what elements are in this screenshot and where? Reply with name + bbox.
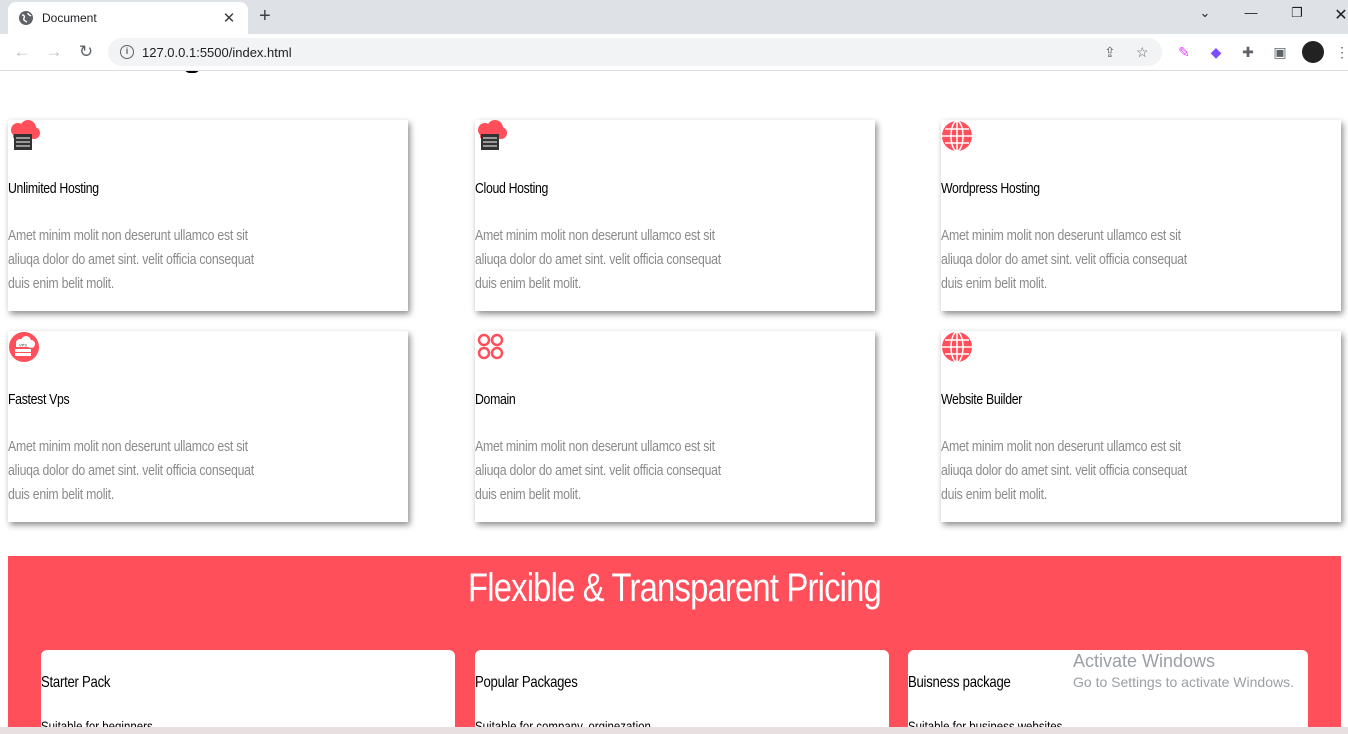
plan-name: Popular Packages bbox=[475, 674, 578, 691]
menu-kebab-icon[interactable]: ⋮ bbox=[1333, 43, 1348, 61]
tab-title: Document bbox=[42, 11, 97, 25]
svg-text:VPS: VPS bbox=[19, 343, 27, 348]
page-viewport: Unlimited Hosting Amet minim molit non d… bbox=[0, 71, 1348, 734]
service-card-cloud-hosting: Cloud Hosting Amet minim molit non deser… bbox=[475, 120, 875, 311]
url-text: 127.0.0.1:5500/index.html bbox=[142, 44, 292, 60]
new-tab-button[interactable]: + bbox=[259, 6, 271, 26]
service-card-wordpress-hosting: Wordpress Hosting Amet minim molit non d… bbox=[941, 120, 1341, 311]
four-circles-icon bbox=[477, 333, 504, 360]
share-icon[interactable]: ⇪ bbox=[1104, 44, 1116, 61]
address-bar[interactable]: i 127.0.0.1:5500/index.html ⇪ ☆ bbox=[108, 38, 1162, 66]
tab-search-chevron-icon[interactable]: ⌄ bbox=[1191, 5, 1219, 21]
close-window-button[interactable]: ✕ bbox=[1327, 5, 1348, 25]
globe-icon bbox=[942, 120, 972, 152]
back-arrow-icon[interactable]: ← bbox=[12, 42, 32, 62]
cut-off-heading-fragment bbox=[184, 71, 200, 73]
watermark-line2: Go to Settings to activate Windows. bbox=[1073, 674, 1294, 690]
color-picker-extension-icon[interactable]: ✎ bbox=[1175, 43, 1193, 61]
plan-name: Buisness package bbox=[908, 674, 1011, 691]
windows-activation-watermark: Activate Windows Go to Settings to activ… bbox=[1073, 651, 1294, 690]
service-description: Amet minim molit non deserunt ullamco es… bbox=[8, 438, 254, 503]
service-title: Unlimited Hosting bbox=[8, 180, 99, 197]
forward-arrow-icon[interactable]: → bbox=[44, 42, 64, 62]
service-description: Amet minim molit non deserunt ullamco es… bbox=[8, 227, 254, 292]
service-description: Amet minim molit non deserunt ullamco es… bbox=[475, 438, 721, 503]
globe-icon bbox=[942, 331, 972, 363]
bookmark-star-icon[interactable]: ☆ bbox=[1136, 44, 1149, 61]
service-description: Amet minim molit non deserunt ullamco es… bbox=[475, 227, 721, 292]
service-description: Amet minim molit non deserunt ullamco es… bbox=[941, 227, 1187, 292]
service-title: Fastest Vps bbox=[8, 391, 70, 408]
site-info-icon[interactable]: i bbox=[120, 45, 134, 59]
watermark-line1: Activate Windows bbox=[1073, 651, 1216, 671]
service-title: Website Builder bbox=[941, 391, 1023, 408]
service-card-fastest-vps: VPS Fastest Vps Amet minim molit non des… bbox=[8, 331, 408, 522]
profile-avatar[interactable] bbox=[1302, 41, 1324, 63]
vps-icon: VPS bbox=[9, 332, 39, 362]
reload-icon[interactable]: ↻ bbox=[76, 42, 96, 62]
service-card-website-builder: Website Builder Amet minim molit non des… bbox=[941, 331, 1341, 522]
megaphone-extension-icon[interactable]: ◆ bbox=[1207, 43, 1225, 61]
pricing-heading: Flexible & Transparent Pricing bbox=[468, 566, 882, 610]
pricing-section: Flexible & Transparent Pricing Starter P… bbox=[8, 556, 1341, 734]
service-description: Amet minim molit non deserunt ullamco es… bbox=[941, 438, 1187, 503]
browser-tab[interactable]: Document ✕ bbox=[8, 2, 248, 34]
service-title: Cloud Hosting bbox=[475, 180, 549, 197]
cloud-server-icon bbox=[478, 120, 507, 150]
browser-toolbar: ← → ↻ i 127.0.0.1:5500/index.html ⇪ ☆ ✎ … bbox=[0, 34, 1348, 71]
side-panel-icon[interactable]: ▣ bbox=[1271, 43, 1289, 61]
browser-tab-strip: Document ✕ + ⌄ — ❐ ✕ bbox=[0, 0, 1348, 34]
pricing-card-starter[interactable]: Starter Pack Suitable for beginners bbox=[41, 650, 455, 734]
minimize-button[interactable]: — bbox=[1237, 5, 1265, 20]
cloud-server-icon bbox=[11, 120, 40, 150]
plan-name: Starter Pack bbox=[41, 674, 111, 691]
taskbar-edge bbox=[0, 727, 1348, 734]
pricing-card-popular[interactable]: Popular Packages Suitable for company, o… bbox=[475, 650, 889, 734]
restore-button[interactable]: ❐ bbox=[1283, 5, 1311, 21]
close-tab-icon[interactable]: ✕ bbox=[220, 9, 238, 27]
service-card-unlimited-hosting: Unlimited Hosting Amet minim molit non d… bbox=[8, 120, 408, 311]
service-title: Wordpress Hosting bbox=[941, 180, 1040, 197]
service-card-domain: Domain Amet minim molit non deserunt ull… bbox=[475, 331, 875, 522]
service-title: Domain bbox=[475, 391, 516, 408]
puzzle-extensions-icon[interactable]: ✚ bbox=[1239, 43, 1257, 61]
globe-icon bbox=[19, 11, 33, 25]
